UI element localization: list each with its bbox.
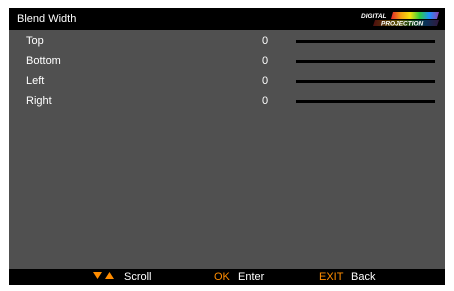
menu-item-label: Right	[26, 95, 52, 107]
menu-item-value: 0	[262, 35, 269, 47]
bottom-slider[interactable]	[296, 60, 435, 63]
menu-item-left[interactable]: Left 0	[9, 71, 445, 91]
key-hint-bar: Scroll OK Enter EXIT Back	[9, 269, 445, 285]
back-hint-label: Back	[351, 271, 376, 283]
osd-menu-window: Blend Width DIGITAL PROJECTION Top 0 Bot…	[9, 8, 445, 285]
left-slider[interactable]	[296, 80, 435, 83]
menu-item-value: 0	[262, 55, 269, 67]
svg-text:PROJECTION: PROJECTION	[381, 21, 424, 28]
menu-item-top[interactable]: Top 0	[9, 31, 445, 51]
down-up-arrows-icon	[93, 269, 115, 279]
page-title: Blend Width	[17, 13, 77, 25]
menu-header: Blend Width DIGITAL PROJECTION	[9, 8, 445, 30]
menu-item-label: Top	[26, 35, 44, 47]
menu-item-value: 0	[262, 95, 269, 107]
menu-item-right[interactable]: Right 0	[9, 91, 445, 111]
blend-width-menu: Top 0 Bottom 0 Left 0 Right 0	[9, 30, 445, 270]
menu-item-value: 0	[262, 75, 269, 87]
menu-item-label: Bottom	[26, 55, 61, 67]
scroll-hint-label: Scroll	[124, 271, 152, 283]
ok-key-label: OK	[214, 271, 230, 283]
menu-item-label: Left	[26, 75, 45, 87]
exit-key-label: EXIT	[319, 271, 344, 283]
menu-item-bottom[interactable]: Bottom 0	[9, 51, 445, 71]
enter-hint-label: Enter	[238, 271, 265, 283]
right-slider[interactable]	[296, 100, 435, 103]
svg-text:DIGITAL: DIGITAL	[361, 13, 387, 20]
top-slider[interactable]	[296, 40, 435, 43]
digital-projection-logo: DIGITAL PROJECTION	[359, 11, 439, 27]
